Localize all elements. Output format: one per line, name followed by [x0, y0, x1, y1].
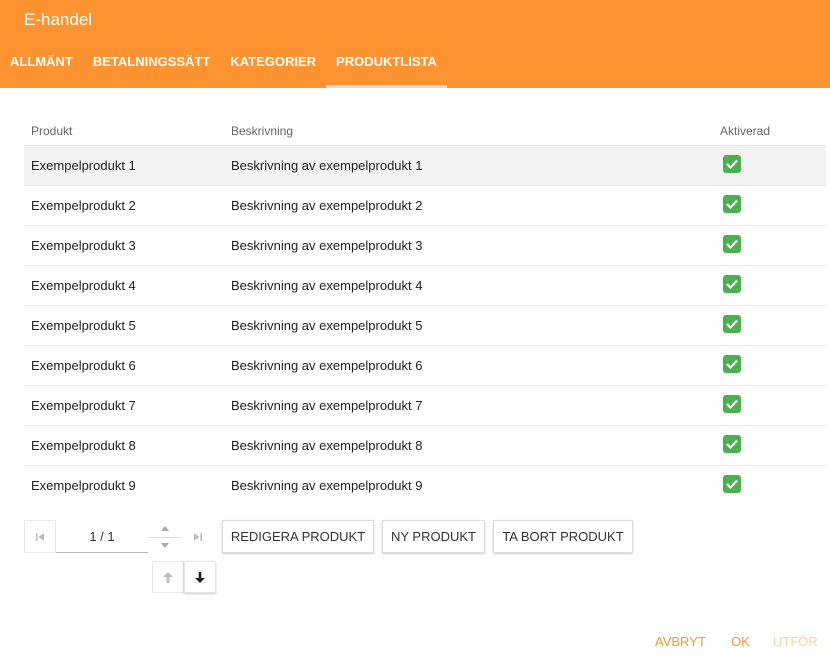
check-icon[interactable] — [723, 475, 741, 493]
page-up-icon[interactable] — [148, 520, 182, 536]
product-name-cell: Exempelprodukt 7 — [31, 398, 136, 413]
column-header-aktiverad[interactable]: Aktiverad — [720, 124, 770, 138]
column-header-beskrivning[interactable]: Beskrivning — [231, 124, 293, 138]
table-row[interactable]: Exempelprodukt 7 Beskrivning av exempelpr… — [24, 386, 826, 426]
check-icon[interactable] — [723, 195, 741, 213]
check-icon[interactable] — [723, 275, 741, 293]
page-down-icon[interactable] — [148, 537, 182, 553]
tab-betalningssatt[interactable]: BETALNINGSSÄTT — [83, 46, 220, 88]
table-row[interactable]: Exempelprodukt 9 Beskrivning av exempelpr… — [24, 466, 826, 506]
table-row[interactable]: Exempelprodukt 3 Beskrivning av exempelpr… — [24, 226, 826, 266]
product-name-cell: Exempelprodukt 2 — [31, 198, 136, 213]
grid-header: Produkt Beskrivning Aktiverad — [24, 112, 826, 146]
new-product-button[interactable]: NY PRODUKT — [382, 520, 485, 553]
table-row[interactable]: Exempelprodukt 1 Beskrivning av exempelpr… — [24, 146, 826, 186]
page-stepper[interactable] — [148, 520, 182, 553]
table-row[interactable]: Exempelprodukt 8 Beskrivning av exempelpr… — [24, 426, 826, 466]
execute-button[interactable]: UTFÖR — [773, 634, 818, 649]
column-header-produkt[interactable]: Produkt — [31, 124, 72, 138]
pager: 1 / 1 — [24, 520, 148, 553]
description-cell: Beskrivning av exempelprodukt 2 — [231, 198, 423, 213]
check-icon[interactable] — [723, 435, 741, 453]
app-title: E-handel — [24, 10, 93, 29]
tab-allmant[interactable]: ALLMÄNT — [0, 46, 83, 88]
description-cell: Beskrivning av exempelprodukt 3 — [231, 238, 423, 253]
last-page-button[interactable] — [182, 520, 214, 553]
check-icon[interactable] — [723, 235, 741, 253]
check-icon[interactable] — [723, 315, 741, 333]
grid-body: Exempelprodukt 1 Beskrivning av exempelpr… — [24, 146, 826, 506]
page-field[interactable]: 1 / 1 — [56, 520, 148, 553]
check-icon[interactable] — [723, 355, 741, 373]
product-name-cell: Exempelprodukt 6 — [31, 358, 136, 373]
table-row[interactable]: Exempelprodukt 2 Beskrivning av exempelpr… — [24, 186, 826, 226]
check-icon[interactable] — [723, 395, 741, 413]
app-header: E-handel ALLMÄNT BETALNINGSSÄTT KATEGORI… — [0, 0, 830, 88]
tab-produktlista[interactable]: PRODUKTLISTA — [326, 46, 447, 88]
first-page-button[interactable] — [24, 520, 56, 553]
arrow-up-icon — [163, 571, 173, 583]
table-row[interactable]: Exempelprodukt 5 Beskrivning av exempelpr… — [24, 306, 826, 346]
description-cell: Beskrivning av exempelprodukt 7 — [231, 398, 423, 413]
delete-product-button[interactable]: TA BORT PRODUKT — [493, 520, 633, 553]
cancel-button[interactable]: AVBRYT — [655, 634, 706, 649]
product-name-cell: Exempelprodukt 4 — [31, 278, 136, 293]
product-name-cell: Exempelprodukt 9 — [31, 478, 136, 493]
description-cell: Beskrivning av exempelprodukt 1 — [231, 158, 423, 173]
product-name-cell: Exempelprodukt 5 — [31, 318, 136, 333]
check-icon[interactable] — [723, 155, 741, 173]
description-cell: Beskrivning av exempelprodukt 5 — [231, 318, 423, 333]
arrow-down-icon — [195, 571, 205, 583]
product-name-cell: Exempelprodukt 1 — [31, 158, 136, 173]
product-name-cell: Exempelprodukt 3 — [31, 238, 136, 253]
move-up-button[interactable] — [152, 561, 184, 593]
edit-product-button[interactable]: REDIGERA PRODUKT — [222, 520, 374, 553]
product-name-cell: Exempelprodukt 8 — [31, 438, 136, 453]
first-page-icon — [36, 532, 44, 541]
product-grid: Produkt Beskrivning Aktiverad Exempelpro… — [24, 112, 826, 506]
last-page-icon — [194, 532, 202, 541]
description-cell: Beskrivning av exempelprodukt 6 — [231, 358, 423, 373]
table-row[interactable]: Exempelprodukt 4 Beskrivning av exempelpr… — [24, 266, 826, 306]
description-cell: Beskrivning av exempelprodukt 4 — [231, 278, 423, 293]
description-cell: Beskrivning av exempelprodukt 8 — [231, 438, 423, 453]
tab-bar: ALLMÄNT BETALNINGSSÄTT KATEGORIER PRODUK… — [0, 46, 447, 88]
move-down-button[interactable] — [184, 561, 216, 593]
ok-button[interactable]: OK — [731, 634, 750, 649]
table-row[interactable]: Exempelprodukt 6 Beskrivning av exempelpr… — [24, 346, 826, 386]
tab-kategorier[interactable]: KATEGORIER — [220, 46, 326, 88]
description-cell: Beskrivning av exempelprodukt 9 — [231, 478, 423, 493]
